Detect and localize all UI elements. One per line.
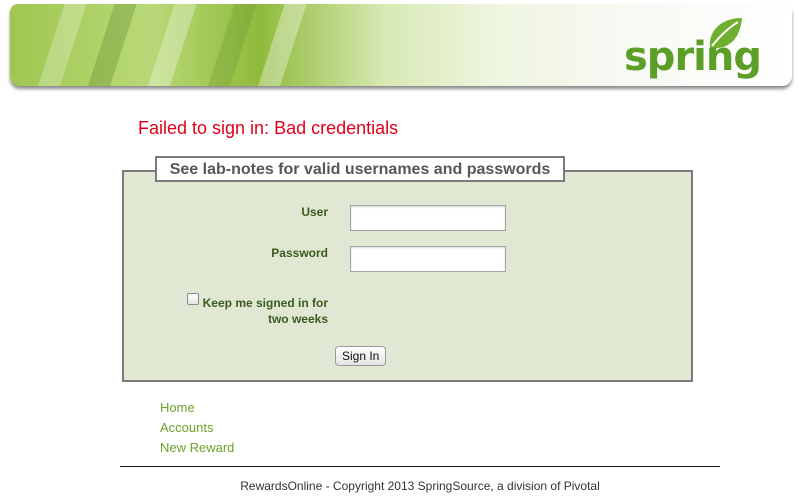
login-form — [122, 170, 693, 382]
sign-in-button[interactable]: Sign In — [335, 346, 387, 366]
form-legend: See lab-notes for valid usernames and pa… — [155, 156, 565, 182]
user-label: User — [301, 205, 328, 219]
banner-stripe — [32, 4, 90, 86]
password-label: Password — [271, 246, 328, 260]
footer-divider — [120, 466, 720, 467]
password-input[interactable] — [350, 246, 506, 272]
error-message: Failed to sign in: Bad credentials — [138, 118, 399, 138]
remember-me-label: Keep me signed in for two weeks — [200, 295, 328, 327]
spring-logo: spring — [624, 16, 762, 82]
footer-nav: Home Accounts New Reward — [160, 398, 234, 458]
header-banner: spring — [10, 4, 792, 86]
leaf-icon — [709, 18, 742, 49]
banner-stripe — [142, 4, 200, 86]
nav-link-new-reward[interactable]: New Reward — [160, 438, 234, 458]
remember-me-line1: Keep me signed in for — [202, 296, 328, 310]
banner-stripe — [252, 4, 310, 86]
user-input[interactable] — [350, 205, 506, 231]
remember-me-line2: two weeks — [267, 312, 328, 326]
banner-stripe — [202, 4, 260, 86]
copyright-footer: RewardsOnline - Copyright 2013 SpringSou… — [240, 479, 600, 493]
banner-stripe — [82, 4, 140, 86]
nav-link-home[interactable]: Home — [160, 398, 234, 418]
remember-me-checkbox[interactable] — [187, 293, 199, 305]
nav-link-accounts[interactable]: Accounts — [160, 418, 234, 438]
